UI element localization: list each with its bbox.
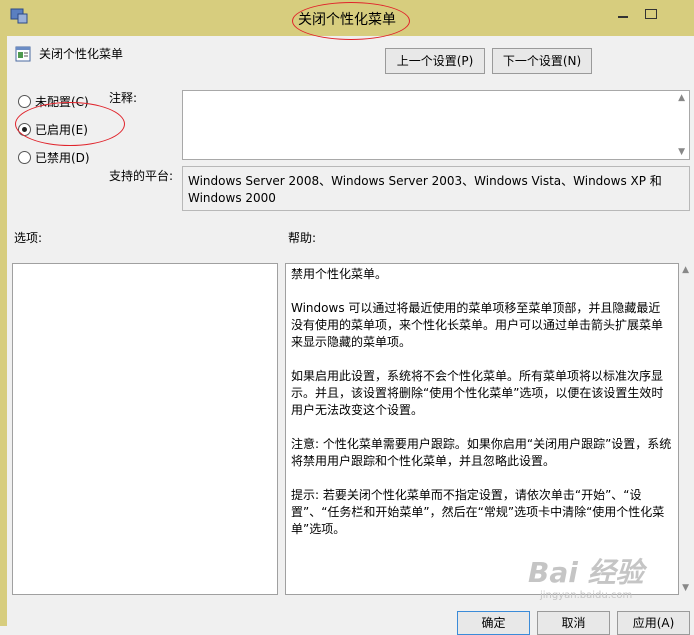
annotation-ellipse-title [292, 2, 410, 40]
help-scroll-up-icon[interactable]: ▲ [682, 265, 689, 275]
next-setting-button[interactable]: 下一个设置(N) [492, 48, 592, 74]
scroll-up-arrow-icon[interactable]: ▲ [678, 93, 685, 103]
radio-circle-disabled[interactable] [18, 151, 31, 164]
help-paragraph: 注意: 个性化菜单需要用户跟踪。如果你启用“关闭用户跟踪”设置，系统将禁用用户跟… [291, 437, 672, 468]
help-scroll-down-icon[interactable]: ▼ [682, 583, 689, 593]
scroll-down-arrow-icon[interactable]: ▼ [678, 147, 685, 157]
radio-circle-not-configured[interactable] [18, 95, 31, 108]
help-paragraph: 禁用个性化菜单。 [291, 267, 388, 281]
options-pane [12, 263, 278, 595]
policy-setting-icon [15, 46, 31, 62]
previous-setting-button[interactable]: 上一个设置(P) [385, 48, 485, 74]
radio-disabled[interactable]: 已禁用(D) [18, 149, 90, 166]
supported-platforms-label: 支持的平台: [109, 169, 174, 183]
window-left-border [0, 36, 7, 626]
help-paragraph: 如果启用此设置，系统将不会个性化菜单。所有菜单项将以标准次序显示。并且，该设置将… [291, 369, 664, 417]
baidu-watermark-logo: Bai 经验 [528, 556, 644, 589]
supported-platforms-text: Windows Server 2008、Windows Server 2003、… [182, 166, 690, 211]
comment-textarea[interactable]: ▲ ▼ [182, 90, 690, 160]
annotation-ellipse-radio [15, 102, 125, 146]
help-paragraph: Windows 可以通过将最近使用的菜单项移至菜单顶部，并且隐藏最近没有使用的菜… [291, 301, 664, 349]
radio-label-disabled: 已禁用(D) [35, 151, 90, 165]
help-label: 帮助: [288, 231, 317, 245]
policy-name-label: 关闭个性化菜单 [39, 47, 124, 61]
help-text-pane[interactable]: 禁用个性化菜单。 Windows 可以通过将最近使用的菜单项移至菜单顶部，并且隐… [285, 263, 679, 595]
baidu-watermark-url: jingyan.baidu.com [540, 590, 633, 601]
maximize-button[interactable] [640, 6, 662, 22]
options-label: 选项: [14, 231, 43, 245]
cancel-button[interactable]: 取消 [537, 611, 610, 635]
ok-button[interactable]: 确定 [457, 611, 530, 635]
help-paragraph: 提示: 若要关闭个性化菜单而不指定设置，请依次单击“开始”、“设置”、“任务栏和… [291, 488, 665, 536]
help-scrollbar[interactable]: ▲ ▼ [679, 263, 690, 595]
comment-label: 注释: [109, 91, 138, 105]
apply-button[interactable]: 应用(A) [617, 611, 690, 635]
minimize-button[interactable] [612, 6, 634, 20]
